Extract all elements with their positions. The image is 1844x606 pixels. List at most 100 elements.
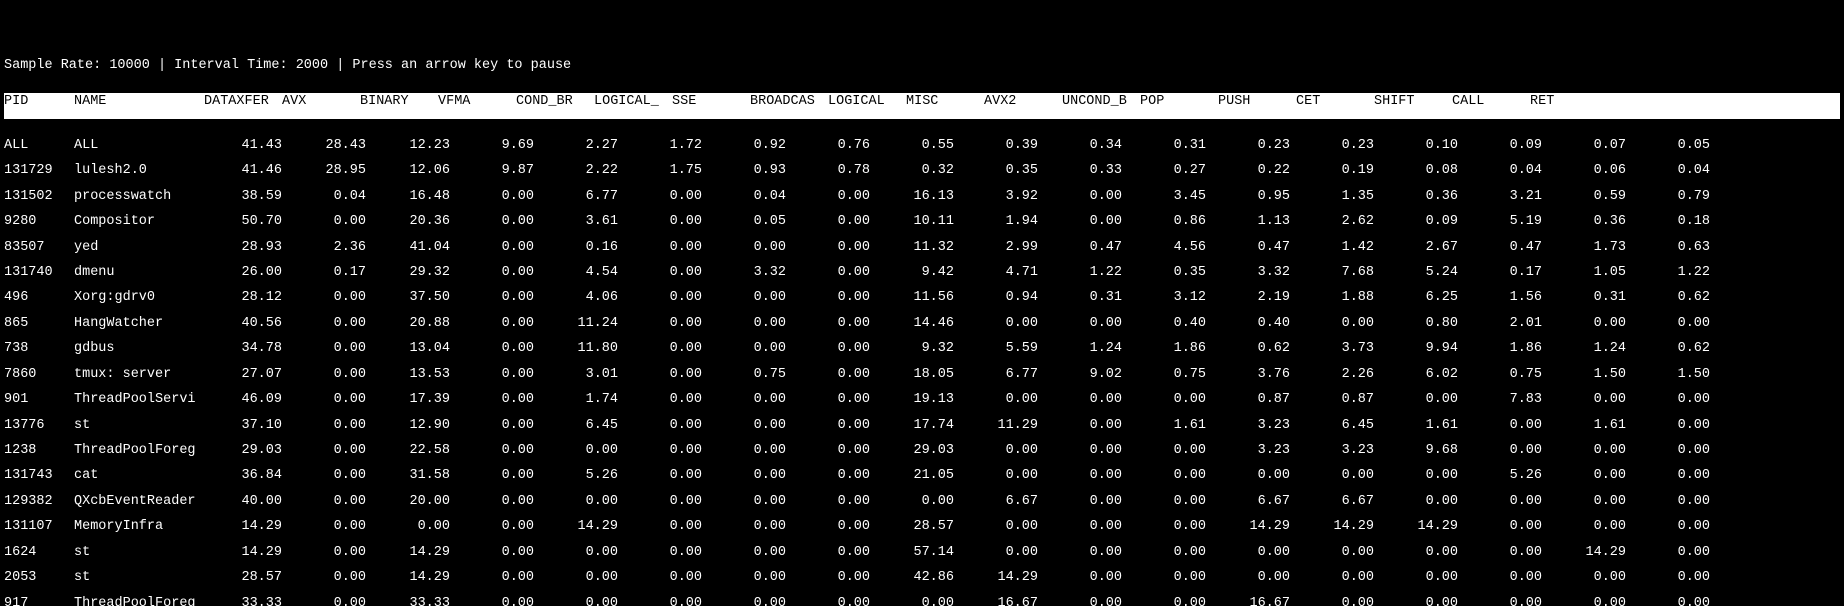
cell-value: 0.00 — [708, 315, 792, 333]
cell-value: 26.00 — [204, 264, 288, 282]
table-row: 901ThreadPoolServi46.090.0017.390.001.74… — [4, 391, 1840, 416]
cell-value: 1.61 — [1128, 417, 1212, 435]
cell-value: 0.00 — [1128, 569, 1212, 587]
cell-name: processwatch — [74, 188, 204, 206]
cell-value: 9.32 — [876, 340, 960, 358]
cell-value: 0.00 — [708, 467, 792, 485]
cell-value: 0.40 — [1212, 315, 1296, 333]
cell-value: 41.04 — [372, 239, 456, 257]
cell-value: 0.00 — [1380, 544, 1464, 562]
cell-pid: 2053 — [4, 569, 74, 587]
cell-value: 0.00 — [456, 569, 540, 587]
column-header-push: PUSH — [1218, 93, 1296, 111]
cell-pid: 131107 — [4, 518, 74, 536]
cell-value: 0.00 — [288, 366, 372, 384]
column-header-avx2: AVX2 — [984, 93, 1062, 111]
cell-value: 1.74 — [540, 391, 624, 409]
cell-value: 0.00 — [1044, 467, 1128, 485]
cell-value: 0.00 — [1632, 544, 1716, 562]
cell-value: 31.58 — [372, 467, 456, 485]
cell-value: 0.00 — [792, 544, 876, 562]
cell-pid: 738 — [4, 340, 74, 358]
cell-value: 6.67 — [1212, 493, 1296, 511]
status-sample-value: 10000 — [109, 58, 150, 73]
cell-value: 37.10 — [204, 417, 288, 435]
cell-value: 0.00 — [1548, 518, 1632, 536]
cell-value: 0.00 — [624, 366, 708, 384]
table-row: 131502processwatch38.590.0416.480.006.77… — [4, 188, 1840, 213]
cell-value: 0.00 — [792, 315, 876, 333]
cell-value: 0.04 — [288, 188, 372, 206]
cell-value: 0.00 — [1632, 518, 1716, 536]
cell-pid: 7860 — [4, 366, 74, 384]
cell-value: 0.00 — [1548, 391, 1632, 409]
cell-value: 36.84 — [204, 467, 288, 485]
cell-pid: 1624 — [4, 544, 74, 562]
cell-value: 0.19 — [1296, 162, 1380, 180]
cell-value: 1.22 — [1044, 264, 1128, 282]
cell-value: 0.00 — [288, 340, 372, 358]
cell-value: 0.00 — [1548, 569, 1632, 587]
cell-value: 0.00 — [1464, 442, 1548, 460]
cell-value: 5.26 — [540, 467, 624, 485]
cell-value: 42.86 — [876, 569, 960, 587]
cell-value: 28.95 — [288, 162, 372, 180]
cell-value: 0.00 — [1044, 544, 1128, 562]
cell-value: 0.00 — [708, 518, 792, 536]
cell-value: 2.27 — [540, 137, 624, 155]
column-header-avx: AVX — [282, 93, 360, 111]
cell-value: 14.29 — [204, 544, 288, 562]
cell-value: 18.05 — [876, 366, 960, 384]
cell-value: 16.67 — [960, 595, 1044, 606]
cell-value: 0.00 — [1632, 417, 1716, 435]
cell-value: 2.36 — [288, 239, 372, 257]
cell-value: 0.00 — [708, 544, 792, 562]
cell-value: 4.56 — [1128, 239, 1212, 257]
cell-value: 14.29 — [1212, 518, 1296, 536]
cell-value: 0.47 — [1464, 239, 1548, 257]
cell-name: ThreadPoolServi — [74, 391, 204, 409]
cell-value: 0.00 — [708, 493, 792, 511]
cell-value: 0.23 — [1212, 137, 1296, 155]
cell-value: 14.29 — [540, 518, 624, 536]
table-row: 13776st37.100.0012.900.006.450.000.000.0… — [4, 417, 1840, 442]
cell-pid: 865 — [4, 315, 74, 333]
cell-pid: 496 — [4, 289, 74, 307]
cell-value: 0.00 — [456, 544, 540, 562]
cell-value: 34.78 — [204, 340, 288, 358]
cell-pid: 917 — [4, 595, 74, 606]
cell-name: st — [74, 417, 204, 435]
cell-value: 0.55 — [876, 137, 960, 155]
cell-value: 0.47 — [1044, 239, 1128, 257]
cell-value: 1.50 — [1548, 366, 1632, 384]
cell-value: 0.22 — [1212, 162, 1296, 180]
cell-value: 0.78 — [792, 162, 876, 180]
cell-value: 0.36 — [1380, 188, 1464, 206]
cell-name: MemoryInfra — [74, 518, 204, 536]
cell-value: 0.18 — [1632, 213, 1716, 231]
cell-value: 5.19 — [1464, 213, 1548, 231]
cell-value: 6.77 — [960, 366, 1044, 384]
cell-value: 0.62 — [1632, 289, 1716, 307]
cell-value: 0.00 — [456, 493, 540, 511]
cell-value: 16.67 — [1212, 595, 1296, 606]
cell-value: 0.00 — [456, 239, 540, 257]
cell-value: 0.00 — [1632, 442, 1716, 460]
cell-value: 0.00 — [372, 518, 456, 536]
cell-pid: 131729 — [4, 162, 74, 180]
column-header-sse: SSE — [672, 93, 750, 111]
cell-value: 6.45 — [1296, 417, 1380, 435]
cell-value: 0.00 — [1632, 467, 1716, 485]
cell-pid: 13776 — [4, 417, 74, 435]
cell-pid: 131740 — [4, 264, 74, 282]
cell-value: 0.00 — [288, 213, 372, 231]
cell-value: 0.00 — [1380, 569, 1464, 587]
cell-value: 0.00 — [708, 569, 792, 587]
cell-value: 0.00 — [1632, 315, 1716, 333]
cell-value: 0.59 — [1548, 188, 1632, 206]
cell-value: 40.56 — [204, 315, 288, 333]
cell-value: 3.12 — [1128, 289, 1212, 307]
cell-value: 0.00 — [288, 417, 372, 435]
cell-value: 0.06 — [1548, 162, 1632, 180]
cell-value: 0.00 — [1380, 595, 1464, 606]
